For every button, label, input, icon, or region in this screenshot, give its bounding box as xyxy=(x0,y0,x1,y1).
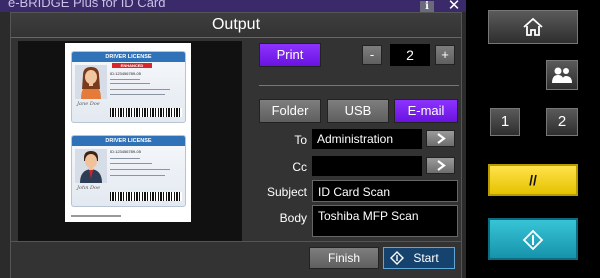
divider xyxy=(259,85,459,86)
card-text-line xyxy=(110,89,170,90)
device-screen: e-BRIDGE Plus for ID Card i ✕ Output DRI… xyxy=(0,0,466,278)
function-2-button[interactable]: 2 xyxy=(546,108,578,136)
output-dialog: Output DRIVER LICENSE ENHANCED ID:123456… xyxy=(10,12,462,278)
card-text-line xyxy=(110,79,140,80)
card-header: DRIVER LICENSE xyxy=(72,136,185,146)
to-label: To xyxy=(294,133,307,147)
app-titlebar: e-BRIDGE Plus for ID Card i ✕ xyxy=(0,0,466,13)
card-text-line xyxy=(110,94,165,95)
users-button[interactable] xyxy=(546,60,578,90)
preview-page: DRIVER LICENSE ENHANCED ID:123456789-05 xyxy=(65,43,191,222)
app-title: e-BRIDGE Plus for ID Card xyxy=(8,0,166,10)
card-badge: ENHANCED xyxy=(112,63,152,68)
output-settings: Print - 2 + Folder USB E-mail To Adminis… xyxy=(249,41,459,269)
male-portrait-image xyxy=(75,149,107,183)
increase-copies-button[interactable]: + xyxy=(435,45,455,65)
page-footnote xyxy=(71,215,121,217)
tab-folder[interactable]: Folder xyxy=(259,99,321,123)
cc-label: Cc xyxy=(292,160,307,174)
tab-email[interactable]: E-mail xyxy=(394,99,458,123)
decrease-copies-button[interactable]: - xyxy=(362,45,382,65)
hardware-panel: 1 2 // xyxy=(466,0,600,278)
chevron-right-icon xyxy=(437,160,446,171)
id-card-front: DRIVER LICENSE ENHANCED ID:123456789-05 xyxy=(71,51,186,123)
to-field[interactable]: Administration xyxy=(312,129,422,149)
dialog-title: Output xyxy=(211,16,261,33)
home-button[interactable] xyxy=(488,10,578,44)
start-label: Start xyxy=(413,251,439,265)
dialog-header: Output xyxy=(11,13,461,38)
card-text-line xyxy=(110,175,165,176)
finish-button[interactable]: Finish xyxy=(309,247,379,269)
print-button[interactable]: Print xyxy=(259,43,321,67)
hardware-start-button[interactable] xyxy=(488,218,578,260)
subject-field[interactable]: ID Card Scan xyxy=(312,180,458,202)
start-diamond-icon xyxy=(390,251,404,265)
clear-button[interactable]: // xyxy=(488,164,578,196)
cc-field[interactable] xyxy=(312,156,422,176)
users-icon xyxy=(552,67,572,83)
home-icon xyxy=(523,17,543,36)
barcode xyxy=(110,192,182,201)
card-text-line xyxy=(110,83,150,84)
card-signature: Jane Doe xyxy=(77,101,100,107)
card-id: ID:123456789-05 xyxy=(110,71,141,76)
start-button[interactable]: Start xyxy=(383,247,455,269)
card-header: DRIVER LICENSE xyxy=(72,52,185,62)
subject-label: Subject xyxy=(266,185,307,199)
function-1-button[interactable]: 1 xyxy=(490,108,520,136)
id-card-back: DRIVER LICENSE ID:123456789-05 John Doe xyxy=(71,135,186,207)
body-label: Body xyxy=(279,211,307,225)
card-id: ID:123456789-05 xyxy=(110,149,141,154)
tab-usb[interactable]: USB xyxy=(327,99,389,123)
start-diamond-icon xyxy=(522,229,544,251)
copies-count[interactable]: 2 xyxy=(390,44,430,66)
chevron-right-icon xyxy=(437,133,446,144)
card-text-line xyxy=(110,163,152,164)
card-text-line xyxy=(110,158,140,159)
card-text-line xyxy=(110,169,170,170)
female-portrait-image xyxy=(75,65,107,99)
cc-select-button[interactable] xyxy=(426,157,455,174)
to-select-button[interactable] xyxy=(426,130,455,147)
card-signature: John Doe xyxy=(77,185,101,191)
dialog-divider xyxy=(11,241,461,242)
barcode xyxy=(110,108,182,117)
body-field[interactable]: Toshiba MFP Scan xyxy=(312,205,458,237)
scan-preview: DRIVER LICENSE ENHANCED ID:123456789-05 xyxy=(18,41,242,241)
